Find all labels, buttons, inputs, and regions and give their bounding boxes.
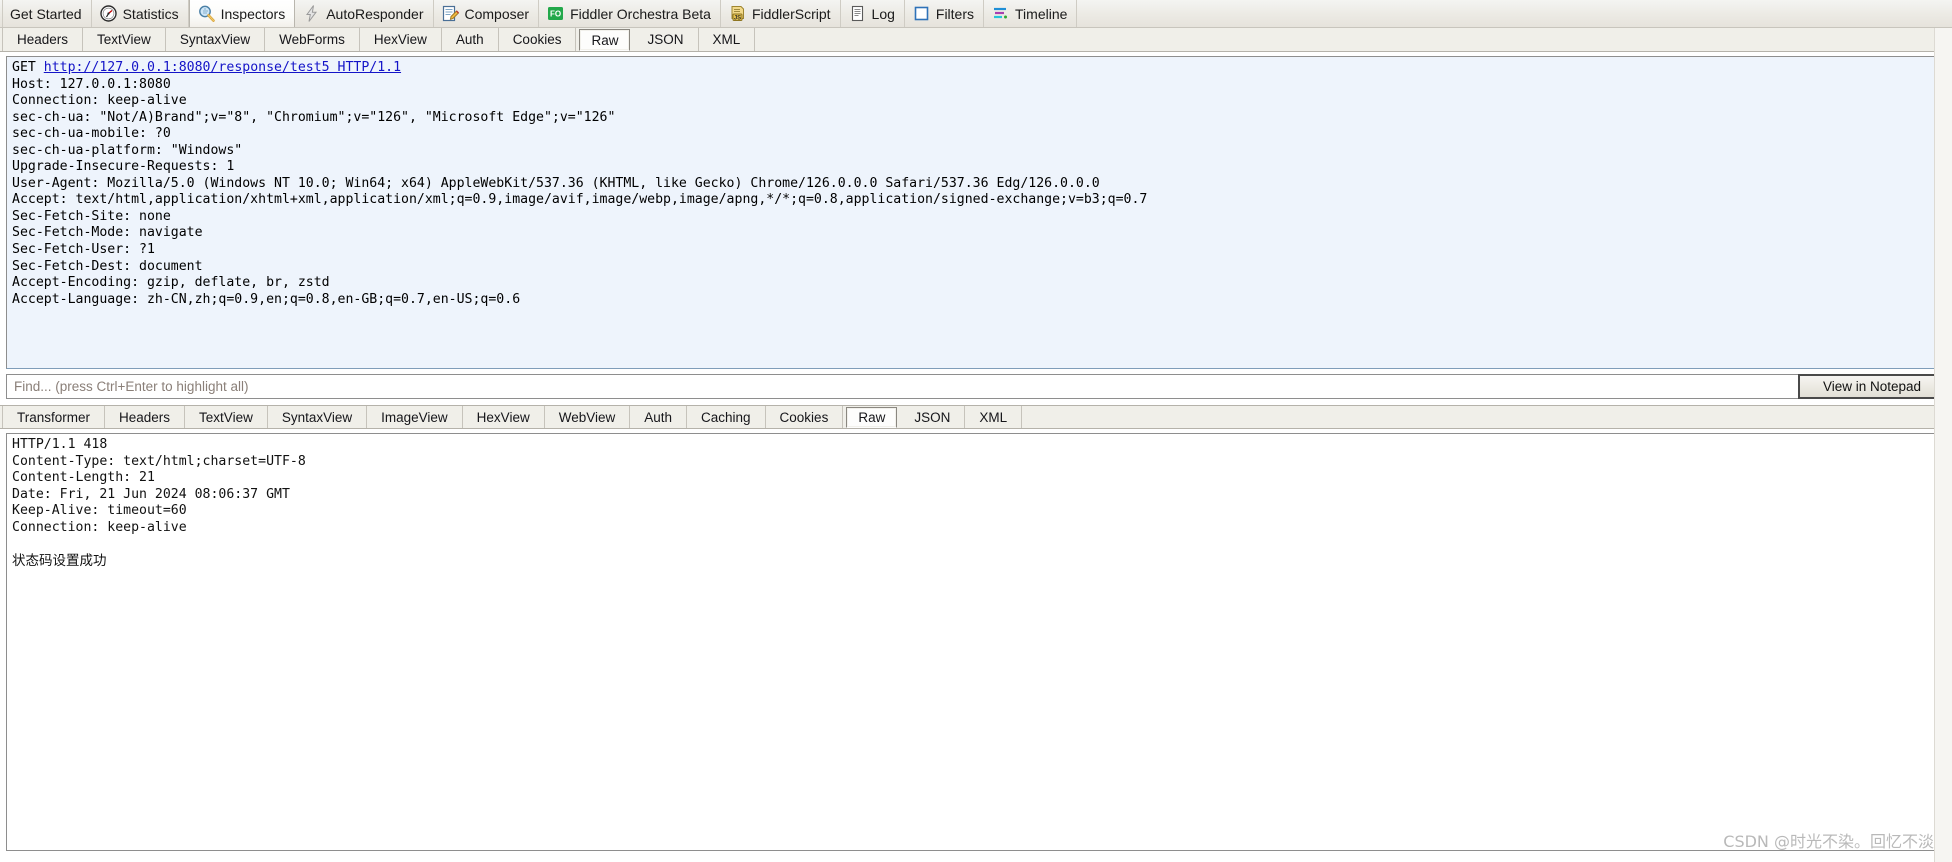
request-headers-text: Host: 127.0.0.1:8080 Connection: keep-al… [12,76,1148,307]
tab-label: WebView [558,409,616,425]
toolbar-item-label: Get Started [10,5,82,22]
request-tab-syntaxview[interactable]: SyntaxView [166,28,266,51]
tab-label: Auth [644,409,673,425]
request-tab-auth[interactable]: Auth [442,28,499,51]
tab-label: TextView [199,409,253,425]
tab-label: HexView [373,32,427,47]
tab-label: Headers [119,409,171,425]
tab-label: SyntaxView [281,409,353,425]
toolbar-item-label: Fiddler Orchestra Beta [570,5,711,22]
tab-label: Caching [701,409,751,425]
toolbar-item-inspectors[interactable]: Inspectors [188,0,296,27]
response-tab-headers[interactable]: Headers [105,406,186,428]
toolbar-item-composer[interactable]: Composer [434,0,540,27]
toolbar-item-log[interactable]: Log [841,0,905,27]
toolbar-item-filters[interactable]: Filters [905,0,985,27]
request-url-link[interactable]: http://127.0.0.1:8080/response/test5 HTT… [44,60,401,75]
toolbar-item-statistics[interactable]: Statistics [92,0,189,27]
tab-label: HexView [476,409,530,425]
request-tabstrip-filler [755,28,1952,51]
request-raw-text: GET http://127.0.0.1:8080/response/test5… [7,57,1945,308]
request-tab-cookies[interactable]: Cookies [499,28,577,51]
orchestra-icon: FO [546,4,565,23]
view-in-notepad-label: View in Notepad [1822,379,1922,394]
tab-label: XML [712,32,741,47]
response-tab-webview[interactable]: WebView [545,406,631,428]
response-body-text: 状态码设置成功 [12,552,107,569]
request-method: GET [12,60,44,75]
fiddlerscript-icon: JS [728,4,747,23]
composer-icon [441,4,460,23]
request-tab-webforms[interactable]: WebForms [265,28,360,51]
find-bar: View in Notepad [6,374,1946,399]
tab-label: Transformer [17,409,91,425]
svg-text:FO: FO [550,10,561,19]
request-tabstrip: Headers TextView SyntaxView WebForms Hex… [0,28,1952,52]
response-tab-syntaxview[interactable]: SyntaxView [268,406,368,428]
tab-label: Auth [455,32,484,47]
response-tab-cookies[interactable]: Cookies [766,406,844,428]
inspectors-icon [197,4,216,23]
response-tabstrip: Transformer Headers TextView SyntaxView … [0,405,1952,429]
tab-label: TextView [97,32,151,47]
request-tab-hexview[interactable]: HexView [360,28,442,51]
response-tab-caching[interactable]: Caching [687,406,766,428]
toolbar-item-autoresponder[interactable]: AutoResponder [295,0,434,27]
toolbar-item-timeline[interactable]: Timeline [984,0,1078,27]
autoresponder-icon [302,4,321,23]
statistics-icon [99,4,118,23]
toolbar-item-get-started[interactable]: Get Started [2,0,92,27]
toolbar-item-label: Statistics [122,5,179,22]
toolbar-item-label: FiddlerScript [751,5,831,22]
response-raw-text: HTTP/1.1 418 Content-Type: text/html;cha… [7,434,1945,570]
tab-label: Cookies [512,32,562,47]
request-tab-raw[interactable]: Raw [579,29,631,51]
svg-text:JS: JS [734,15,741,21]
tab-label: SyntaxView [179,32,251,47]
csdn-watermark: CSDN @时光不染。回忆不淡 [1723,832,1934,851]
filters-icon [912,4,931,23]
response-tab-textview[interactable]: TextView [185,406,268,428]
response-headers-text: HTTP/1.1 418 Content-Type: text/html;cha… [12,437,306,535]
tab-label: Raw [591,32,619,48]
response-raw-pane[interactable]: HTTP/1.1 418 Content-Type: text/html;cha… [6,433,1946,851]
view-in-notepad-button[interactable]: View in Notepad [1798,374,1946,399]
request-raw-pane[interactable]: GET http://127.0.0.1:8080/response/test5… [6,56,1946,369]
response-tab-transformer[interactable]: Transformer [2,406,106,428]
toolbar-item-label: Log [871,5,895,22]
toolbar-item-fiddler-orchestra[interactable]: FO Fiddler Orchestra Beta [539,0,721,27]
find-input[interactable] [6,374,1798,399]
response-tab-xml[interactable]: XML [965,406,1023,428]
toolbar-item-label: Inspectors [220,5,286,22]
request-tab-headers[interactable]: Headers [2,28,84,51]
response-tab-hexview[interactable]: HexView [463,406,545,428]
toolbar-item-label: Composer [464,5,530,22]
tab-label: Raw [858,410,886,425]
tab-label: JSON [647,32,684,47]
response-tabstrip-filler [1022,406,1952,428]
toolbar-item-label: Filters [935,5,975,22]
tab-label: ImageView [381,409,448,425]
log-icon [848,4,867,23]
toolbar-item-label: Timeline [1015,5,1068,22]
tab-label: Headers [17,32,69,47]
main-vertical-scrollbar[interactable] [1934,28,1952,862]
tab-label: Cookies [779,409,829,425]
tab-label: WebForms [279,32,345,47]
toolbar-item-fiddlerscript[interactable]: JS FiddlerScript [721,0,841,27]
timeline-icon [991,4,1010,23]
request-tab-textview[interactable]: TextView [83,28,166,51]
request-tab-xml[interactable]: XML [699,28,756,51]
request-tab-json[interactable]: JSON [633,28,699,51]
response-tab-json[interactable]: JSON [900,406,966,428]
tab-label: JSON [914,409,951,425]
response-tab-auth[interactable]: Auth [630,406,688,428]
response-tab-imageview[interactable]: ImageView [367,406,463,428]
main-toolbar: Get Started Statistics Inspectors AutoRe… [0,0,1952,28]
toolbar-item-label: AutoResponder [326,5,424,22]
tab-label: XML [979,409,1008,425]
response-tab-raw[interactable]: Raw [846,407,898,428]
